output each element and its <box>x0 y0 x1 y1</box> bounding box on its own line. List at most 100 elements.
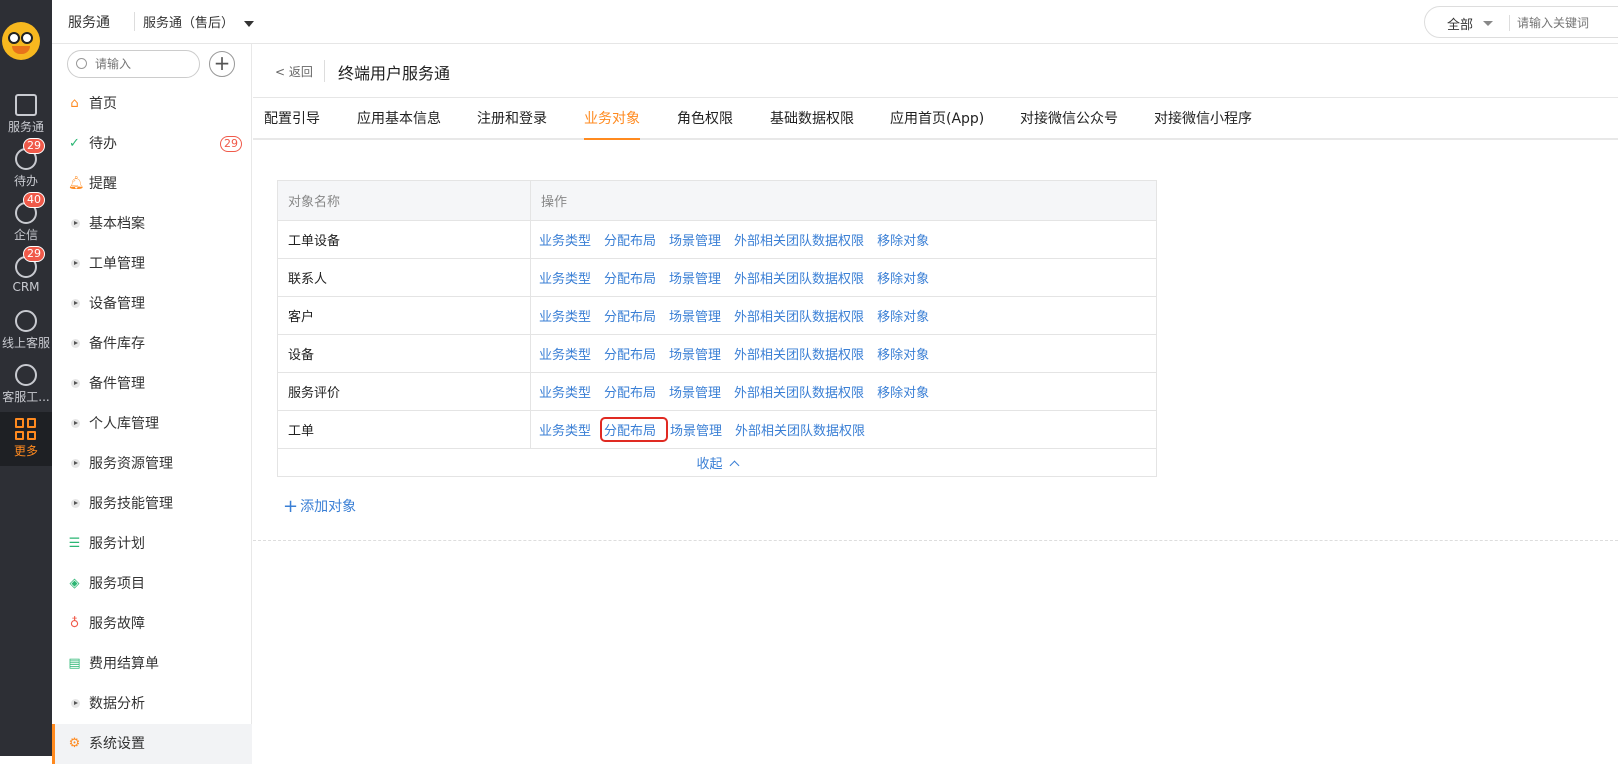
sidebar-item-data-analysis[interactable]: 数据分析 <box>52 684 252 724</box>
remove-object-link[interactable]: 移除对象 <box>877 306 929 325</box>
app-switcher[interactable]: 服务通（售后） <box>134 12 255 31</box>
divider <box>1509 15 1510 31</box>
app-switcher-label: 服务通（售后） <box>143 16 235 31</box>
tab-setup-guide[interactable]: 配置引导 <box>264 108 320 138</box>
tab-basic-info[interactable]: 应用基本信息 <box>357 108 441 138</box>
external-team-permission-link[interactable]: 外部相关团队数据权限 <box>735 420 865 439</box>
sidebar-item-service-plan[interactable]: ☰ 服务计划 <box>52 524 252 564</box>
expand-triangle-icon <box>71 259 80 268</box>
rail-badge: 40 <box>23 192 45 208</box>
external-team-permission-link[interactable]: 外部相关团队数据权限 <box>734 344 864 363</box>
tab-business-objects[interactable]: 业务对象 <box>584 108 640 140</box>
logo-eye-icon <box>21 32 33 44</box>
sidebar-item-label: 费用结算单 <box>89 656 159 672</box>
assign-layout-link[interactable]: 分配布局 <box>604 344 656 363</box>
assign-layout-link[interactable]: 分配布局 <box>604 268 656 287</box>
sidebar-item-devices[interactable]: 设备管理 <box>52 284 252 324</box>
chevron-up-icon <box>729 460 739 471</box>
table-header-row: 对象名称 操作 <box>277 180 1157 221</box>
tab-role-permissions[interactable]: 角色权限 <box>677 108 733 138</box>
bell-icon: 🔔︎ <box>68 176 85 191</box>
tab-base-data-permissions[interactable]: 基础数据权限 <box>770 108 854 138</box>
sidebar-item-label: 设备管理 <box>89 296 145 312</box>
external-team-permission-link[interactable]: 外部相关团队数据权限 <box>734 382 864 401</box>
app-logo[interactable] <box>2 22 40 60</box>
rail-item-agent[interactable]: 客服工... <box>0 358 52 412</box>
collapse-button[interactable]: 收起 <box>277 448 1157 477</box>
sidebar-item-home[interactable]: ⌂ 首页 <box>52 84 252 124</box>
layers-icon: ◈ <box>69 576 80 591</box>
tab-bar: 配置引导 应用基本信息 注册和登录 业务对象 角色权限 基础数据权限 应用首页(… <box>253 98 1618 140</box>
external-team-permission-link[interactable]: 外部相关团队数据权限 <box>734 306 864 325</box>
search-scope-select[interactable]: 全部 <box>1447 14 1473 33</box>
back-label: 返回 <box>288 65 313 79</box>
business-type-link[interactable]: 业务类型 <box>539 230 591 249</box>
rail-item-crm[interactable]: 29 CRM <box>0 246 52 304</box>
assign-layout-link[interactable]: 分配布局 <box>604 230 656 249</box>
sidebar-search-input[interactable] <box>95 55 195 73</box>
tab-app-home[interactable]: 应用首页(App) <box>890 108 984 138</box>
sidebar-item-system-settings[interactable]: ⚙ 系统设置 <box>52 724 252 764</box>
scene-management-link[interactable]: 场景管理 <box>669 230 721 249</box>
add-button[interactable]: + <box>209 51 235 77</box>
add-object-button[interactable]: + 添加对象 <box>283 496 356 517</box>
business-type-link[interactable]: 业务类型 <box>539 420 591 439</box>
scene-management-link[interactable]: 场景管理 <box>670 420 722 439</box>
tab-wechat-miniprogram[interactable]: 对接微信小程序 <box>1154 108 1252 138</box>
app-rail: 服务通 29 待办 40 企信 29 CRM 线上客服 客服工... 更多 <box>0 0 52 756</box>
rail-item-service[interactable]: 服务通 <box>0 88 52 142</box>
rail-item-label: 客服工... <box>2 390 50 404</box>
global-search-input[interactable] <box>1517 13 1618 33</box>
scene-management-link[interactable]: 场景管理 <box>669 268 721 287</box>
sidebar-item-label: 服务资源管理 <box>89 456 173 472</box>
tab-register-login[interactable]: 注册和登录 <box>477 108 547 138</box>
remove-object-link[interactable]: 移除对象 <box>877 382 929 401</box>
assign-layout-link-highlighted[interactable]: 分配布局 <box>600 417 669 442</box>
tab-wechat-official[interactable]: 对接微信公众号 <box>1020 108 1118 138</box>
rail-item-label: 企信 <box>13 228 38 242</box>
external-team-permission-link[interactable]: 外部相关团队数据权限 <box>734 268 864 287</box>
object-name: 服务评价 <box>277 372 531 411</box>
sidebar-item-settlement[interactable]: ▤ 费用结算单 <box>52 644 252 684</box>
table-row: 联系人 业务类型 分配布局 场景管理 外部相关团队数据权限 移除对象 <box>277 258 1157 297</box>
scene-management-link[interactable]: 场景管理 <box>669 382 721 401</box>
sidebar-item-basic-files[interactable]: 基本档案 <box>52 204 252 244</box>
sidebar-item-reminder[interactable]: 🔔︎ 提醒 <box>52 164 252 204</box>
rail-item-todo[interactable]: 29 待办 <box>0 138 52 196</box>
sidebar-item-label: 服务计划 <box>89 536 145 552</box>
sidebar-item-personal-stock[interactable]: 个人库管理 <box>52 404 252 444</box>
assign-layout-link[interactable]: 分配布局 <box>604 382 656 401</box>
sidebar-item-service-faults[interactable]: ♁ 服务故障 <box>52 604 252 644</box>
sidebar-menu: ⌂ 首页 ✓ 待办 29 🔔︎ 提醒 基本档案 工单管理 设备管理 备件库存 备… <box>52 84 252 764</box>
business-type-link[interactable]: 业务类型 <box>539 382 591 401</box>
sidebar-item-service-projects[interactable]: ◈ 服务项目 <box>52 564 252 604</box>
back-button[interactable]: < 返回 <box>275 63 313 80</box>
sidebar-item-todo[interactable]: ✓ 待办 29 <box>52 124 252 164</box>
rail-badge: 29 <box>23 246 45 262</box>
external-team-permission-link[interactable]: 外部相关团队数据权限 <box>734 230 864 249</box>
sidebar-item-label: 系统设置 <box>89 736 145 752</box>
expand-triangle-icon <box>71 219 80 228</box>
sidebar-item-spare-parts[interactable]: 备件管理 <box>52 364 252 404</box>
sidebar-item-label: 基本档案 <box>89 216 145 232</box>
rail-item-more[interactable]: 更多 <box>0 412 52 466</box>
remove-object-link[interactable]: 移除对象 <box>877 268 929 287</box>
remove-object-link[interactable]: 移除对象 <box>877 344 929 363</box>
business-type-link[interactable]: 业务类型 <box>539 344 591 363</box>
add-object-label: 添加对象 <box>300 499 357 515</box>
scene-management-link[interactable]: 场景管理 <box>669 306 721 325</box>
chevron-left-icon: < <box>275 65 286 79</box>
sidebar-item-service-skills[interactable]: 服务技能管理 <box>52 484 252 524</box>
remove-object-link[interactable]: 移除对象 <box>877 230 929 249</box>
sidebar-item-spare-stock[interactable]: 备件库存 <box>52 324 252 364</box>
sidebar-item-label: 备件管理 <box>89 376 145 392</box>
business-type-link[interactable]: 业务类型 <box>539 268 591 287</box>
sidebar-item-service-resources[interactable]: 服务资源管理 <box>52 444 252 484</box>
scene-management-link[interactable]: 场景管理 <box>669 344 721 363</box>
assign-layout-link[interactable]: 分配布局 <box>604 306 656 325</box>
rail-item-messages[interactable]: 40 企信 <box>0 192 52 250</box>
rail-item-online-service[interactable]: 线上客服 <box>0 304 52 358</box>
rail-item-label: 更多 <box>13 444 38 458</box>
sidebar-item-work-orders[interactable]: 工单管理 <box>52 244 252 284</box>
business-type-link[interactable]: 业务类型 <box>539 306 591 325</box>
